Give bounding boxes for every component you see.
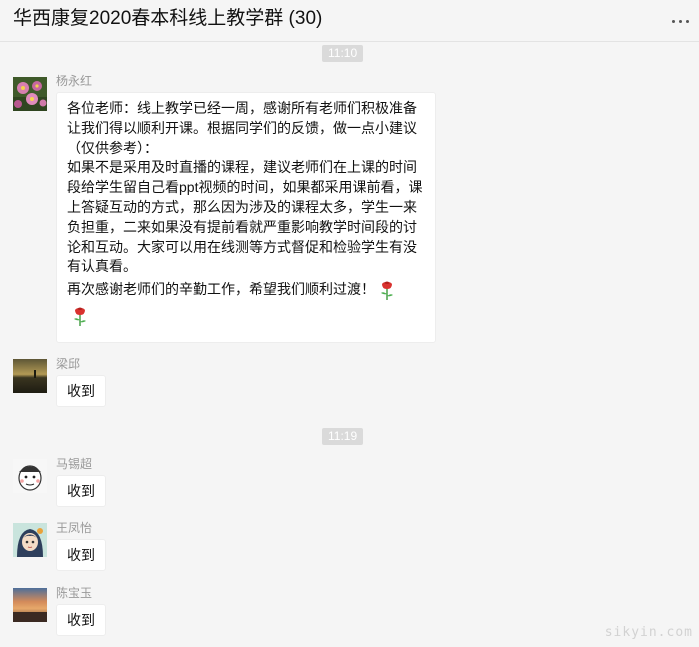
message-bubble[interactable]: 收到 xyxy=(56,375,106,407)
rose-icon xyxy=(74,307,86,326)
message-line: 如果不是采用及时直播的课程，建议老师们在上课的时间 xyxy=(67,159,417,176)
sender-name: 陈宝玉 xyxy=(56,586,93,600)
message-line: 论和互动。大家可以用在线测等方式督促和检验学生有没 xyxy=(67,238,417,255)
message-bubble[interactable]: 收到 xyxy=(56,475,106,507)
timestamp-divider: 11:19 xyxy=(322,428,364,445)
timestamp-divider: 11:10 xyxy=(322,45,364,62)
message-line: 上答疑互动的方式，那么因为涉及的课程太多，学生一来 xyxy=(67,198,417,215)
sunset-sky-avatar[interactable] xyxy=(13,588,47,622)
message-line: 各位老师：线上教学已经一周，感谢所有老师们积极准备 xyxy=(67,100,417,116)
rose-icon xyxy=(380,281,393,301)
more-horizontal-icon[interactable] xyxy=(669,15,691,29)
chat-header: 华西康复2020春本科线上教学群 (30) xyxy=(0,0,699,42)
flower-photo-avatar[interactable] xyxy=(13,77,47,111)
message-bubble[interactable]: 收到 xyxy=(56,539,106,571)
message-line: 有认真看。 xyxy=(67,258,137,275)
sunset-field-avatar[interactable] xyxy=(13,359,47,393)
watermark: sikyin.com xyxy=(604,625,693,640)
sender-name: 杨永红 xyxy=(56,74,93,88)
sender-name: 梁邱 xyxy=(56,357,81,371)
message-line: 负担重，二来如果没有提前看就严重影响教学时间段的讨 xyxy=(67,218,417,235)
chat-title: 华西康复2020春本科线上教学群 (30) xyxy=(13,8,323,29)
message-line: 段给学生留自己看ppt视频的时间，如果都采用课前看，课 xyxy=(67,179,423,196)
sender-name: 马锡超 xyxy=(56,457,93,471)
message-bubble[interactable]: 收到 xyxy=(56,604,106,636)
cartoon-face-avatar[interactable] xyxy=(13,459,47,493)
sender-name: 王凤怡 xyxy=(56,521,93,535)
message-line: 让我们得以顺利开课。根据同学们的反馈，做一点小建议 xyxy=(67,119,417,136)
message-line: （仅供参考）： xyxy=(67,139,158,156)
message-bubble[interactable]: 各位老师：线上教学已经一周，感谢所有老师们积极准备 让我们得以顺利开课。根据同学… xyxy=(56,92,436,343)
anime-girl-avatar[interactable] xyxy=(13,523,47,557)
message-line: 再次感谢老师们的辛勤工作，希望我们顺利过渡！ xyxy=(67,281,375,298)
